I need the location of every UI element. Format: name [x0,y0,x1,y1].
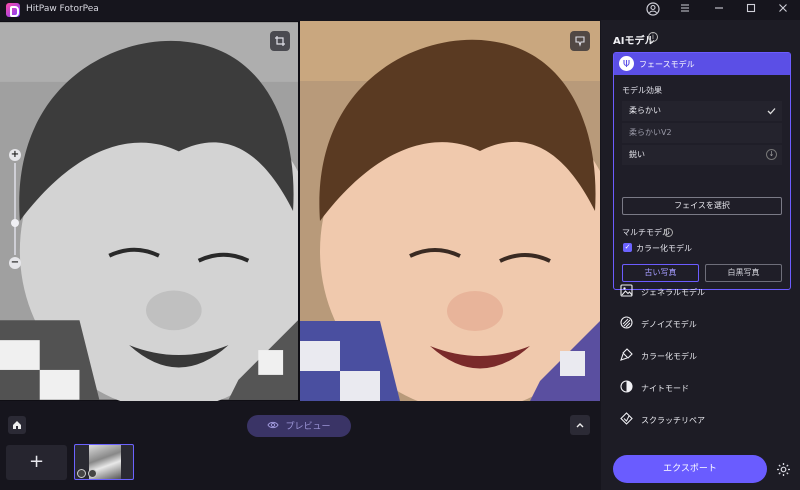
denoise-icon [619,316,633,330]
multi-model-label: マルチモデル [622,228,670,237]
image-thumbnail[interactable] [74,444,134,480]
zoom-slider[interactable]: + − [9,149,21,271]
home-button[interactable] [8,416,26,434]
option-label: 鋭い [629,150,645,159]
paint-brush-icon [619,348,633,362]
image-viewer[interactable]: + − [0,21,600,401]
checkmark-icon [767,101,776,123]
enhanced-photo [300,21,600,401]
collapse-button[interactable] [570,415,590,435]
ai-model-panel: AIモデル i フェースモデル モデル効果 柔らかい 柔らかいV2 鋭い ↓ フ… [601,20,800,490]
gear-icon[interactable] [774,460,792,478]
effect-option-soft-v2[interactable]: 柔らかいV2 [622,123,782,143]
bottom-toolbar: プレビュー + [0,401,600,490]
face-model-icon [619,56,634,71]
zoom-in-button[interactable]: + [9,149,21,161]
eye-icon [267,415,280,437]
old-photo-button[interactable]: 古い写真 [622,264,699,282]
option-label: 柔らかいV2 [629,128,672,137]
color-model-checkbox[interactable]: ✓ [623,243,632,252]
app-logo-icon [6,3,20,17]
minimize-icon[interactable] [711,2,727,18]
thumbnail-edit-icon [88,469,97,478]
zoom-knob[interactable] [11,218,19,227]
model-label: ナイトモード [641,384,689,393]
image-icon [619,284,633,298]
bw-photo-button[interactable]: 白黒写真 [705,264,782,282]
half-moon-icon [619,380,633,394]
model-label: スクラッチリペア [641,416,705,425]
maximize-icon[interactable] [743,2,759,18]
multi-model-info-icon[interactable]: i [664,228,673,237]
model-label: カラー化モデル [641,352,697,361]
close-icon[interactable] [775,2,791,18]
download-icon[interactable]: ↓ [766,149,777,160]
add-image-button[interactable]: + [6,445,67,480]
option-label: 柔らかい [629,106,661,115]
effect-option-soft[interactable]: 柔らかい [622,101,782,121]
scratch-repair-icon [619,412,633,426]
zoom-out-button[interactable]: − [9,257,21,269]
color-model-checkbox-label: カラー化モデル [636,244,692,253]
title-bar: HitPaw FotorPea [0,0,800,20]
chevron-up-icon [576,423,584,428]
compare-icon[interactable] [570,31,590,51]
model-label: デノイズモデル [641,320,697,329]
face-model-card: フェースモデル モデル効果 柔らかい 柔らかいV2 鋭い ↓ フェイスを選択 マ… [613,52,791,290]
effect-option-sharp[interactable]: 鋭い ↓ [622,145,782,165]
original-photo [0,21,298,401]
thumbnail-status-icon [77,469,86,478]
hamburger-menu-icon[interactable] [677,2,693,18]
zoom-track[interactable] [14,163,16,255]
preview-button[interactable]: プレビュー [247,415,351,437]
user-circle-icon[interactable] [645,2,661,18]
model-label: ジェネラルモデル [641,288,705,297]
face-model-label: フェースモデル [639,60,695,69]
crop-icon[interactable] [270,31,290,51]
select-face-button[interactable]: フェイスを選択 [622,197,782,215]
app-title: HitPaw FotorPea [26,4,99,14]
export-button[interactable]: エクスポート [613,455,767,483]
face-model-header[interactable]: フェースモデル [614,53,790,75]
model-effect-label: モデル効果 [622,86,662,95]
info-icon[interactable]: i [648,32,658,42]
preview-label: プレビュー [285,422,331,432]
home-icon [13,421,21,429]
